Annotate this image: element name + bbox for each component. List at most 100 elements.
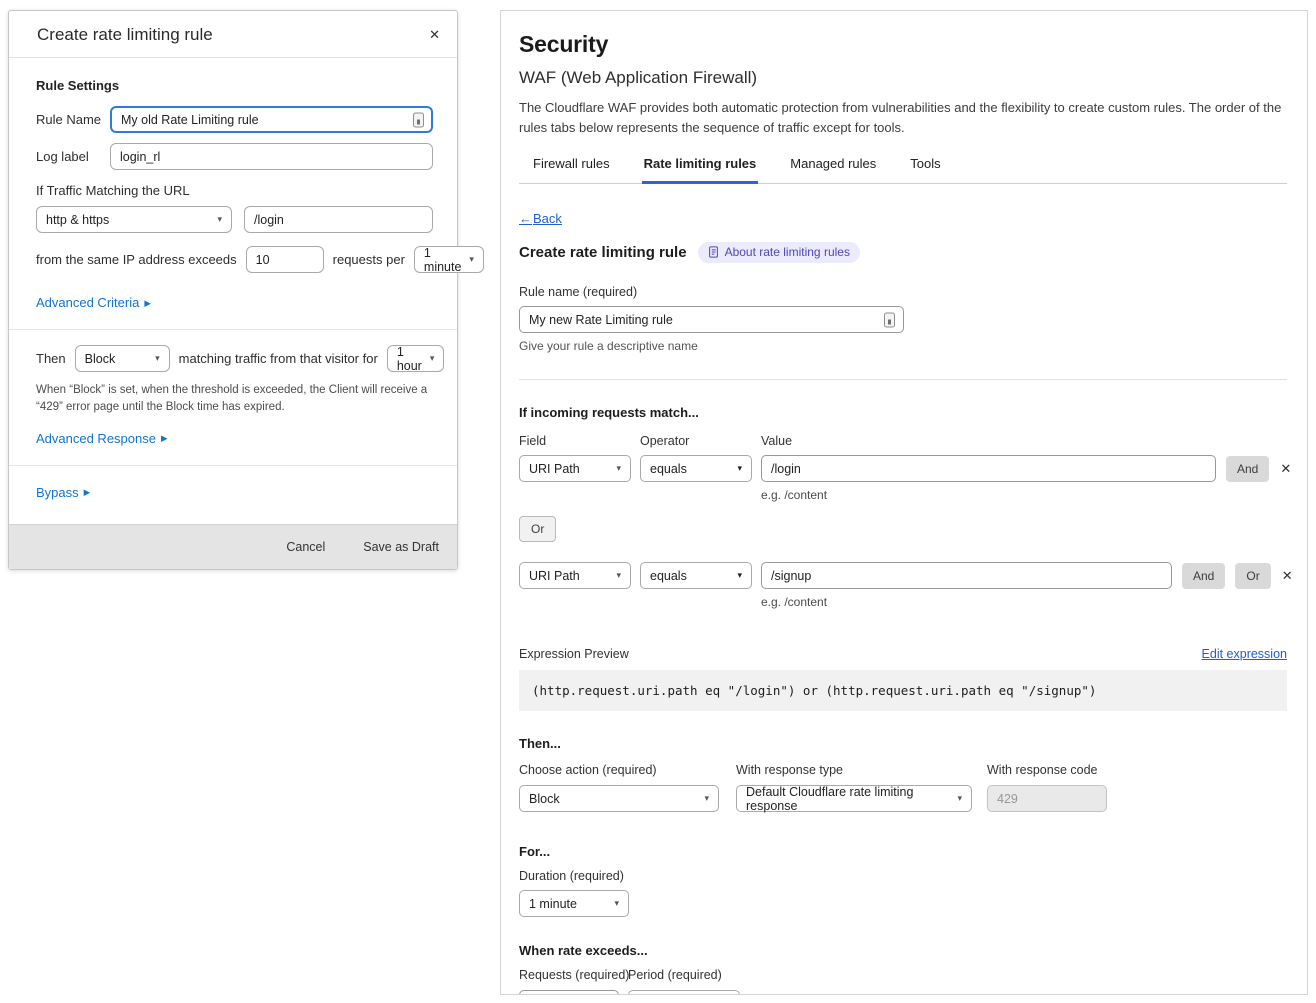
tab-rate-limiting-rules[interactable]: Rate limiting rules xyxy=(642,149,759,184)
back-arrow-icon: ← xyxy=(519,211,532,226)
value-hint: e.g. /content xyxy=(761,488,1287,502)
scheme-select[interactable]: http & https ▾ xyxy=(36,206,232,233)
rule-name-label: Rule name (required) xyxy=(519,285,1287,299)
form-title: Create rate limiting rule xyxy=(519,244,687,261)
and-button[interactable]: And xyxy=(1182,563,1225,589)
arrow-right-icon: ▶ xyxy=(161,433,168,444)
action-select[interactable]: Block ▾ xyxy=(75,345,170,372)
duration-label: Duration (required) xyxy=(519,869,1287,883)
value-hint: e.g. /content xyxy=(761,595,1287,609)
autofill-icon xyxy=(413,112,424,127)
save-as-draft-button[interactable]: Save as Draft xyxy=(363,540,439,554)
page-description: The Cloudflare WAF provides both automat… xyxy=(519,98,1287,137)
period-select[interactable]: 1 minute ▾ xyxy=(414,246,484,273)
doc-icon xyxy=(708,246,719,258)
then-controls: Choose action (required) Block ▾ With re… xyxy=(519,763,1287,812)
value-column-label: Value xyxy=(761,434,792,448)
requests-label: Requests (required) xyxy=(519,968,619,982)
advanced-response-link[interactable]: Advanced Response ▶ xyxy=(36,431,168,446)
modal-body: Rule Settings Rule Name Log label If Tra… xyxy=(9,58,457,504)
choose-action-label: Choose action (required) xyxy=(519,763,719,777)
then-suffix: matching traffic from that visitor for xyxy=(179,351,378,366)
match-heading: If incoming requests match... xyxy=(519,405,1287,420)
create-rate-limit-modal: Create rate limiting rule ✕ Rule Setting… xyxy=(8,10,458,570)
divider xyxy=(519,379,1287,380)
page-subtitle: WAF (Web Application Firewall) xyxy=(519,68,1287,88)
field-column-label: Field xyxy=(519,434,640,448)
edit-expression-link[interactable]: Edit expression xyxy=(1202,647,1287,661)
condition-row: URI Path ▾ equals ▾ And Or ✕ xyxy=(519,562,1287,589)
operator-select[interactable]: equals ▾ xyxy=(640,562,752,589)
waf-tabs: Firewall rules Rate limiting rules Manag… xyxy=(519,149,1287,184)
expression-header: Expression Preview Edit expression xyxy=(519,647,1287,661)
response-type-label: With response type xyxy=(736,763,972,777)
chevron-down-icon: ▾ xyxy=(616,570,621,581)
chevron-down-icon: ▾ xyxy=(430,353,435,364)
chevron-down-icon: ▾ xyxy=(614,898,619,909)
rule-name-input[interactable] xyxy=(519,306,904,333)
then-label: Then xyxy=(36,351,66,366)
chevron-down-icon: ▾ xyxy=(957,793,962,804)
arrow-right-icon: ▶ xyxy=(84,487,91,498)
cancel-button[interactable]: Cancel xyxy=(286,540,325,554)
for-heading: For... xyxy=(519,844,1287,859)
url-input[interactable] xyxy=(244,206,433,233)
or-button[interactable]: Or xyxy=(1235,563,1270,589)
modal-title: Create rate limiting rule xyxy=(37,25,213,45)
tab-managed-rules[interactable]: Managed rules xyxy=(788,149,878,183)
value-input[interactable] xyxy=(761,562,1172,589)
log-label-label: Log label xyxy=(36,149,110,164)
duration-select[interactable]: 1 minute ▾ xyxy=(519,890,629,917)
arrow-right-icon: ▶ xyxy=(144,298,151,309)
log-label-row: Log label xyxy=(36,143,433,170)
remove-condition-icon[interactable]: ✕ xyxy=(1278,461,1293,477)
close-icon[interactable]: ✕ xyxy=(427,27,442,43)
response-code-input xyxy=(987,785,1107,812)
back-link[interactable]: ←Back xyxy=(519,211,562,226)
action-select[interactable]: Block ▾ xyxy=(519,785,719,812)
chevron-down-icon: ▾ xyxy=(737,463,742,474)
requests-input[interactable] xyxy=(519,990,619,995)
security-waf-panel: Security WAF (Web Application Firewall) … xyxy=(500,10,1308,995)
threshold-prefix: from the same IP address exceeds xyxy=(36,252,237,267)
traffic-match-heading: If Traffic Matching the URL xyxy=(36,183,433,198)
response-code-label: With response code xyxy=(987,763,1107,777)
chevron-down-icon: ▾ xyxy=(217,214,222,225)
response-type-select[interactable]: Default Cloudflare rate limiting respons… xyxy=(736,785,972,812)
rule-name-row: Rule Name xyxy=(36,106,433,133)
remove-condition-icon[interactable]: ✕ xyxy=(1280,568,1295,584)
block-duration-select[interactable]: 1 hour ▾ xyxy=(387,345,445,372)
rate-controls: Requests (required) Period (required) 1 … xyxy=(519,968,1287,995)
chevron-down-icon: ▾ xyxy=(469,254,474,265)
divider xyxy=(9,329,457,330)
operator-select[interactable]: equals ▾ xyxy=(640,455,752,482)
about-rate-limiting-badge[interactable]: About rate limiting rules xyxy=(698,242,860,263)
period-label: Period (required) xyxy=(628,968,740,982)
requests-count-input[interactable] xyxy=(246,246,324,273)
tab-tools[interactable]: Tools xyxy=(908,149,942,183)
tab-firewall-rules[interactable]: Firewall rules xyxy=(531,149,612,183)
rule-name-input[interactable] xyxy=(110,106,433,133)
advanced-criteria-link[interactable]: Advanced Criteria ▶ xyxy=(36,295,151,310)
operator-column-label: Operator xyxy=(640,434,761,448)
log-label-input[interactable] xyxy=(110,143,433,170)
chevron-down-icon: ▾ xyxy=(616,463,621,474)
chevron-down-icon: ▾ xyxy=(704,793,709,804)
field-select[interactable]: URI Path ▾ xyxy=(519,562,631,589)
modal-footer: Cancel Save as Draft xyxy=(9,524,457,569)
value-input[interactable] xyxy=(761,455,1216,482)
bypass-link[interactable]: Bypass ▶ xyxy=(36,485,90,500)
and-button[interactable]: And xyxy=(1226,456,1269,482)
expression-preview-label: Expression Preview xyxy=(519,647,629,661)
threshold-suffix: requests per xyxy=(333,252,405,267)
chevron-down-icon: ▾ xyxy=(737,570,742,581)
modal-header: Create rate limiting rule ✕ xyxy=(9,11,457,58)
or-connector-button[interactable]: Or xyxy=(519,516,556,542)
condition-column-labels: Field Operator Value xyxy=(519,434,1287,448)
period-select[interactable]: 1 minute ▾ xyxy=(628,990,740,995)
condition-row: URI Path ▾ equals ▾ And ✕ xyxy=(519,455,1287,482)
then-heading: Then... xyxy=(519,736,1287,751)
block-help-text: When “Block” is set, when the threshold … xyxy=(36,382,433,417)
field-select[interactable]: URI Path ▾ xyxy=(519,455,631,482)
then-row: Then Block ▾ matching traffic from that … xyxy=(36,345,433,372)
